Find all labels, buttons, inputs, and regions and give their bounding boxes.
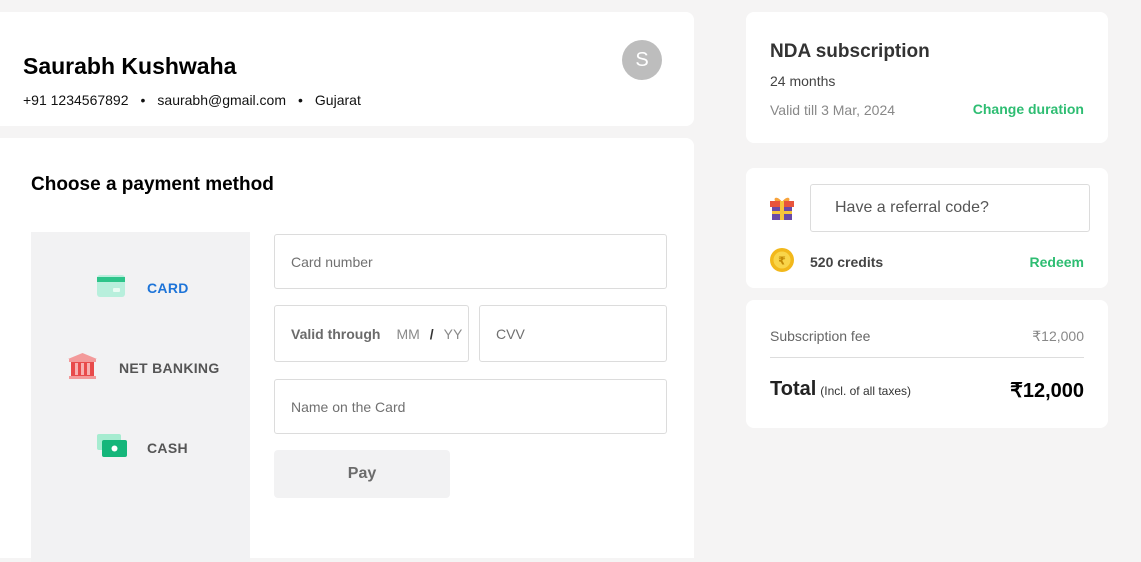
totals-card: Subscription fee ₹12,000 Total (Incl. of …	[746, 300, 1108, 428]
cvv-field[interactable]: CVV	[479, 305, 667, 362]
referral-card: ₹ 520 credits Redeem	[746, 168, 1108, 288]
subscription-fee-value: ₹12,000	[1032, 328, 1084, 344]
payment-method-card[interactable]: CARD	[97, 268, 189, 308]
payment-title: Choose a payment method	[31, 174, 274, 195]
expiry-separator: /	[429, 325, 434, 342]
redeem-link[interactable]: Redeem	[1030, 254, 1084, 270]
user-name: Saurabh Kushwaha	[23, 53, 237, 79]
name-on-card-field[interactable]: Name on the Card	[274, 379, 667, 434]
cash-icon	[97, 433, 127, 463]
profile-card: Saurabh Kushwaha +91 1234567892 • saurabh@…	[0, 12, 694, 126]
valid-through-field[interactable]: Valid through MM / YY	[274, 305, 469, 362]
change-duration-link[interactable]: Change duration	[973, 101, 1084, 117]
subscription-duration: 24 months	[770, 73, 836, 89]
gift-icon	[769, 196, 795, 225]
subscription-card: NDA subscription 24 months Valid till 3 …	[746, 12, 1108, 143]
avatar[interactable]: S	[622, 40, 662, 80]
total-tax-note: (Incl. of all taxes)	[820, 384, 911, 398]
user-state: Gujarat	[314, 92, 361, 108]
subscription-fee-label: Subscription fee	[770, 328, 871, 344]
separator-dot: •	[140, 92, 146, 108]
subscription-validity: Valid till 3 Mar, 2024	[770, 102, 896, 118]
subscription-name: NDA subscription	[770, 41, 930, 62]
pay-button[interactable]: Pay	[274, 450, 450, 498]
total-label-text: Total	[770, 378, 817, 400]
user-details: +91 1234567892 • saurabh@gmail.com • Gujarat	[23, 92, 361, 108]
referral-code-input[interactable]	[810, 184, 1090, 232]
total-value: ₹12,000	[1010, 380, 1084, 402]
card-icon	[97, 274, 125, 302]
svg-text:₹: ₹	[778, 255, 786, 268]
separator-dot: •	[298, 92, 303, 108]
payment-method-label: CASH	[147, 440, 188, 456]
payment-method-label: NET BANKING	[119, 360, 220, 376]
bank-icon	[68, 352, 97, 384]
total-label: Total (Incl. of all taxes)	[770, 378, 911, 401]
valid-through-label: Valid through	[291, 325, 381, 342]
expiry-year-input[interactable]: YY	[444, 326, 463, 342]
expiry-month-input[interactable]: MM	[396, 326, 419, 342]
card-number-field[interactable]: Card number	[274, 234, 667, 289]
payment-method-cash[interactable]: CASH	[97, 428, 188, 468]
payment-method-net-banking[interactable]: NET BANKING	[68, 348, 220, 388]
user-phone: +91 1234567892	[23, 92, 129, 108]
payment-method-list: CARD NET BANKING CASH	[31, 232, 250, 562]
payment-card: Choose a payment method CARD NET BANKING…	[0, 138, 694, 562]
coin-icon: ₹	[770, 248, 794, 277]
credits-balance: 520 credits	[810, 254, 884, 270]
user-email: saurabh@gmail.com	[157, 92, 287, 108]
payment-method-label: CARD	[147, 280, 189, 296]
divider	[770, 357, 1084, 358]
